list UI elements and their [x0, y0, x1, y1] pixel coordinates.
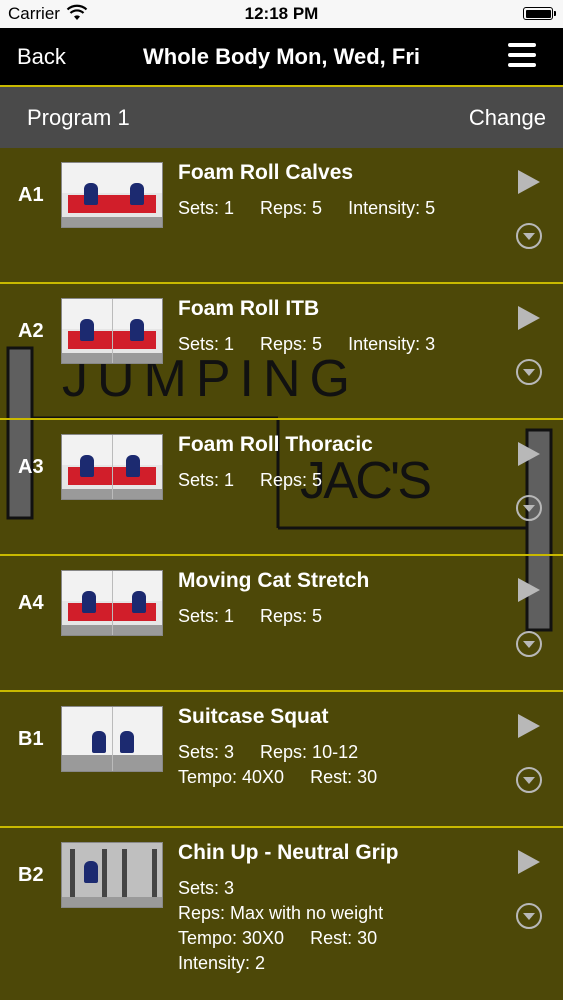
exercise-row[interactable]: A4 Moving Cat Stretch Sets: 1 Reps: 5 — [0, 556, 563, 692]
play-icon[interactable] — [516, 712, 542, 740]
exercise-row[interactable]: A2 Foam Roll ITB Sets: 1 Reps: 5 Intensity… — [0, 284, 563, 420]
reps-label: Reps: 5 — [260, 606, 323, 626]
exercise-details: Sets: 1 Reps: 5 Intensity: 3 — [178, 332, 461, 357]
exercise-code: A1 — [18, 184, 44, 206]
intensity-label: Intensity: 2 — [178, 953, 266, 973]
exercise-name: Foam Roll Calves — [178, 161, 354, 184]
clock: 12:18 PM — [244, 4, 319, 23]
chevron-down-circle-icon[interactable] — [515, 766, 543, 794]
exercise-thumbnail[interactable] — [61, 842, 163, 908]
sets-label: Sets: 1 — [178, 198, 235, 218]
chevron-down-circle-icon[interactable] — [515, 222, 543, 250]
page-title: Whole Body Mon, Wed, Fri — [142, 44, 421, 69]
tempo-label: Tempo: 30X0 — [178, 928, 285, 948]
exercise-thumbnail[interactable] — [61, 434, 163, 500]
exercise-code: A3 — [18, 456, 44, 478]
chevron-down-circle-icon[interactable] — [515, 902, 543, 930]
exercise-name: Suitcase Squat — [178, 705, 329, 728]
play-icon[interactable] — [516, 304, 542, 332]
sets-label: Sets: 1 — [178, 470, 235, 490]
sets-label: Sets: 3 — [178, 742, 235, 762]
change-program-button[interactable]: Change — [469, 105, 546, 131]
exercise-name: Foam Roll Thoracic — [178, 433, 373, 456]
sets-label: Sets: 1 — [178, 334, 235, 354]
intensity-label: Intensity: 5 — [348, 198, 436, 218]
sets-label: Sets: 3 — [178, 878, 235, 898]
exercise-code: B2 — [18, 864, 44, 886]
navigation-bar: Back Whole Body Mon, Wed, Fri — [0, 28, 563, 87]
exercise-list[interactable]: JUMPING JAC'S A1 Foam Roll Calves Sets: … — [0, 148, 563, 1000]
exercise-code: A2 — [18, 320, 44, 342]
reps-label: Reps: 5 — [260, 198, 323, 218]
reps-label: Reps: 5 — [260, 334, 323, 354]
exercise-thumbnail[interactable] — [61, 162, 163, 228]
exercise-details: Sets: 1 Reps: 5 Intensity: 5 — [178, 196, 461, 221]
sets-label: Sets: 1 — [178, 606, 235, 626]
rest-label: Rest: 30 — [310, 928, 378, 948]
exercise-code: A4 — [18, 592, 44, 614]
exercise-code: B1 — [18, 728, 44, 750]
hamburger-menu-icon[interactable] — [508, 43, 536, 71]
program-bar: Program 1 Change — [0, 87, 563, 148]
tempo-label: Tempo: 40X0 — [178, 767, 285, 787]
exercise-name: Foam Roll ITB — [178, 297, 320, 320]
reps-label: Reps: 5 — [260, 470, 323, 490]
play-icon[interactable] — [516, 576, 542, 604]
play-icon[interactable] — [516, 440, 542, 468]
exercise-details: Sets: 3 Reps: Max with no weight Tempo: … — [178, 876, 409, 976]
exercise-row[interactable]: B2 Chin Up - Neutral Grip Sets: 3 Reps: … — [0, 828, 563, 1000]
exercise-row[interactable]: B1 Suitcase Squat Sets: 3 Reps: 10-12 Tem… — [0, 692, 563, 828]
exercise-details: Sets: 3 Reps: 10-12 Tempo: 40X0 Rest: 30 — [178, 740, 403, 790]
exercise-name: Chin Up - Neutral Grip — [178, 841, 399, 864]
exercise-name: Moving Cat Stretch — [178, 569, 370, 592]
battery-icon — [523, 7, 556, 20]
chevron-down-circle-icon[interactable] — [515, 358, 543, 386]
play-icon[interactable] — [516, 848, 542, 876]
reps-label: Reps: 10-12 — [260, 742, 359, 762]
exercise-row[interactable]: A1 Foam Roll Calves Sets: 1 Reps: 5 Intens… — [0, 148, 563, 284]
program-name: Program 1 — [27, 105, 130, 130]
exercise-thumbnail[interactable] — [61, 706, 163, 772]
intensity-label: Intensity: 3 — [348, 334, 436, 354]
status-bar: Carrier 12:18 PM — [0, 0, 563, 28]
exercise-details: Sets: 1 Reps: 5 — [178, 468, 348, 493]
exercise-thumbnail[interactable] — [61, 298, 163, 364]
exercise-row[interactable]: A3 Foam Roll Thoracic Sets: 1 Reps: 5 — [0, 420, 563, 556]
chevron-down-circle-icon[interactable] — [515, 630, 543, 658]
rest-label: Rest: 30 — [310, 767, 378, 787]
reps-label: Reps: Max with no weight — [178, 903, 384, 923]
exercise-details: Sets: 1 Reps: 5 — [178, 604, 348, 629]
play-icon[interactable] — [516, 168, 542, 196]
chevron-down-circle-icon[interactable] — [515, 494, 543, 522]
exercise-thumbnail[interactable] — [61, 570, 163, 636]
